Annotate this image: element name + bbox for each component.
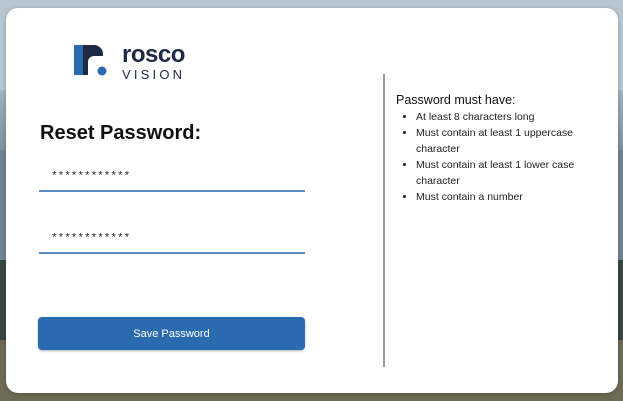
requirement-item: Must contain a number [416, 189, 611, 205]
requirement-item: Must contain at least 1 lower case chara… [416, 157, 611, 189]
logo-subtitle: VISION [122, 67, 186, 82]
reset-password-card: rosco VISION Reset Password: Save Passwo… [6, 8, 618, 393]
requirements-heading: Password must have: [396, 93, 516, 107]
vertical-divider [383, 74, 385, 367]
confirm-password-field[interactable] [39, 226, 305, 254]
save-password-button[interactable]: Save Password [38, 317, 305, 350]
page-title: Reset Password: [40, 122, 202, 144]
rosco-vision-logo: rosco VISION [72, 42, 212, 82]
password-requirements: Password must have: At least 8 character… [396, 93, 611, 205]
logo-wordmark: rosco [122, 41, 185, 68]
new-password-field[interactable] [39, 164, 305, 192]
requirement-item: Must contain at least 1 uppercase charac… [416, 125, 611, 157]
requirements-list: At least 8 characters long Must contain … [396, 109, 611, 205]
rosco-logo-icon [74, 45, 107, 76]
requirement-item: At least 8 characters long [416, 109, 611, 125]
